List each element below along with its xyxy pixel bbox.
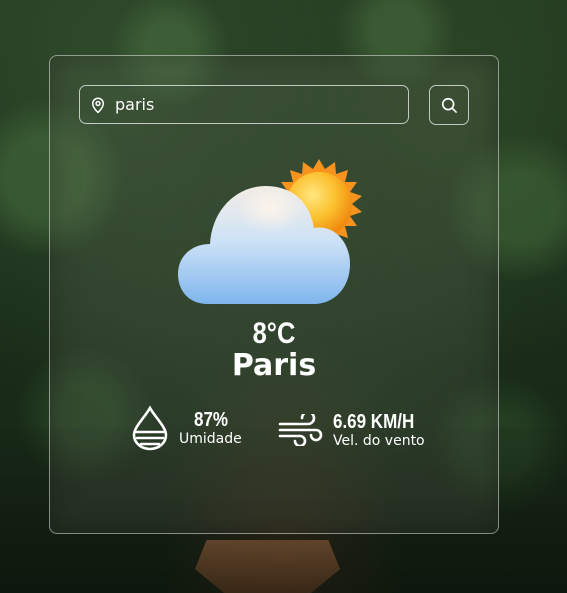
humidity-label: Umidade <box>179 431 242 447</box>
weather-card: 8°C Paris 87% Umidade 6.69 KM/H Vel. do … <box>49 55 499 534</box>
search-icon <box>441 97 457 113</box>
location-pin-icon <box>92 97 104 113</box>
water-drop-icon <box>132 405 168 451</box>
search-box[interactable] <box>79 85 409 124</box>
humidity-value: 87% <box>194 409 229 431</box>
wind-stat: 6.69 KM/H Vel. do vento <box>278 411 429 449</box>
partly-cloudy-icon <box>178 159 362 304</box>
wind-speed-value: 6.69 KM/H <box>333 411 415 433</box>
city-name: Paris <box>231 348 317 383</box>
search-input[interactable] <box>115 95 385 114</box>
temperature: 8°C <box>252 317 296 350</box>
wind-speed-label: Vel. do vento <box>333 433 425 449</box>
humidity-stat: 87% Umidade <box>131 405 242 451</box>
wind-icon <box>278 414 323 446</box>
search-button[interactable] <box>429 85 469 125</box>
cabin-reflection <box>195 540 340 593</box>
